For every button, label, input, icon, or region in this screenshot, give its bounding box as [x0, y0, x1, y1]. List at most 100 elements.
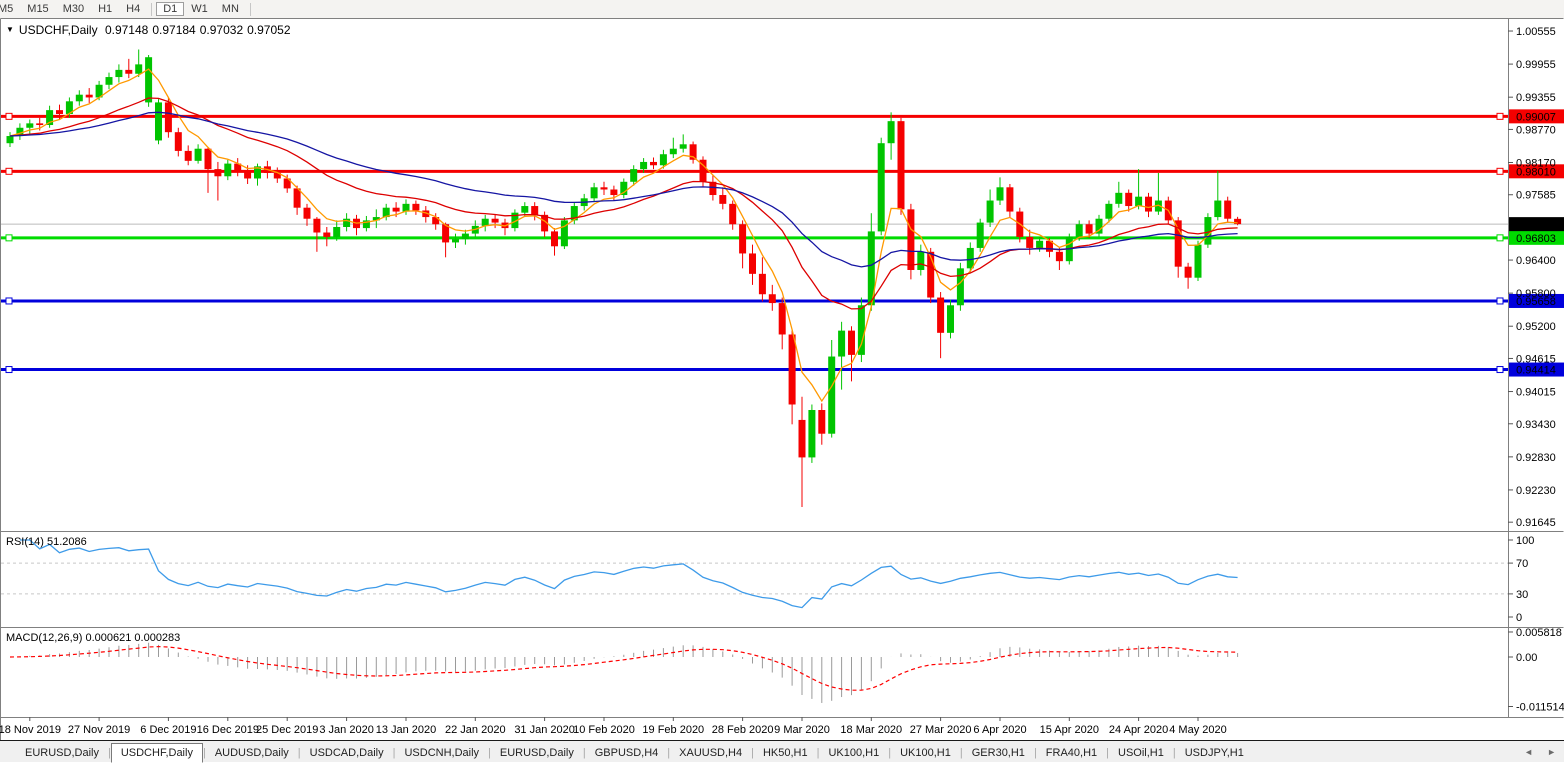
price-axis-tick: 0.96400 — [1516, 255, 1556, 267]
timeframe-button-w1[interactable]: W1 — [184, 2, 215, 16]
date-axis-label: 22 Jan 2020 — [445, 724, 506, 736]
candle — [838, 331, 845, 357]
timeframe-button-m5[interactable]: M5 — [0, 2, 20, 16]
candle — [987, 201, 994, 223]
candle — [412, 204, 419, 211]
candle — [185, 151, 192, 161]
candle — [244, 172, 251, 179]
tab-uk100-h1[interactable]: UK100,H1 — [819, 744, 888, 762]
candle — [779, 303, 786, 334]
price-axis-tick: 0.95200 — [1516, 321, 1556, 333]
chart-canvas[interactable]: 0.990070.980100.968030.956580.944140.970… — [0, 18, 1564, 740]
date-axis-label: 10 Feb 2020 — [573, 724, 635, 736]
candle — [640, 162, 647, 169]
candle — [680, 144, 687, 148]
hline-handle[interactable] — [1497, 367, 1503, 373]
candle — [106, 77, 113, 85]
symbol-dropdown-icon[interactable]: ▼ — [6, 25, 14, 34]
candle — [630, 169, 637, 182]
indicator-axis-tick: 0.00 — [1516, 652, 1537, 664]
tab-eurusd-daily[interactable]: EURUSD,Daily — [16, 744, 108, 762]
price-badge-label: 0.99007 — [1516, 111, 1556, 123]
tab-usdjpy-h1[interactable]: USDJPY,H1 — [1176, 744, 1253, 762]
tab-usdcnh-daily[interactable]: USDCNH,Daily — [395, 744, 488, 762]
tabs-scroll-left-icon[interactable]: ◄ — [1524, 747, 1533, 757]
rsi-indicator-label: RSI(14) 51.2086 — [6, 536, 87, 548]
candle — [878, 143, 885, 231]
tab-hk50-h1[interactable]: HK50,H1 — [754, 744, 817, 762]
timeframe-button-m30[interactable]: M30 — [56, 2, 91, 16]
tab-eurusd-daily[interactable]: EURUSD,Daily — [491, 744, 583, 762]
indicator-axis-tick: 0.005818 — [1516, 627, 1562, 639]
price-axis-tick: 0.92230 — [1516, 485, 1556, 497]
timeframe-toolbar: M5M15M30H1H4 D1W1MN — [0, 0, 1564, 18]
tab-usdcad-daily[interactable]: USDCAD,Daily — [301, 744, 393, 762]
indicator-axis-tick: 30 — [1516, 589, 1528, 601]
timeframe-button-d1[interactable]: D1 — [156, 2, 184, 16]
candle — [957, 268, 964, 305]
candle — [1185, 267, 1192, 278]
timeframe-button-h1[interactable]: H1 — [91, 2, 119, 16]
candle — [304, 208, 311, 219]
candle — [898, 121, 905, 209]
candle — [1195, 245, 1202, 278]
tab-uk100-h1[interactable]: UK100,H1 — [891, 744, 960, 762]
chart-title: ▼USDCHF,Daily 0.971480.971840.970320.970… — [6, 23, 295, 37]
hline-handle[interactable] — [1497, 235, 1503, 241]
chart-area[interactable]: 0.990070.980100.968030.956580.944140.970… — [0, 18, 1564, 740]
hline-handle[interactable] — [6, 113, 12, 119]
toolbar-divider — [151, 3, 152, 16]
tab-xauusd-h4[interactable]: XAUUSD,H4 — [670, 744, 751, 762]
candle — [205, 149, 212, 169]
tab-usdchf-daily[interactable]: USDCHF,Daily — [111, 743, 203, 763]
tab-fra40-h1[interactable]: FRA40,H1 — [1037, 744, 1106, 762]
date-axis-label: 18 Nov 2019 — [0, 724, 61, 736]
candle — [403, 204, 410, 212]
candle — [1036, 241, 1043, 248]
tab-gbpusd-h4[interactable]: GBPUSD,H4 — [586, 744, 668, 762]
candle — [749, 253, 756, 273]
timeframe-button-m15[interactable]: M15 — [20, 2, 55, 16]
candle — [86, 95, 93, 98]
timeframe-button-h4[interactable]: H4 — [119, 2, 147, 16]
price-axis-tick: 0.98170 — [1516, 157, 1556, 169]
price-axis-tick: 1.00555 — [1516, 26, 1556, 38]
candle — [115, 70, 122, 77]
price-axis-tick: 0.98770 — [1516, 124, 1556, 136]
candle — [155, 102, 162, 140]
indicator-axis-tick: 0 — [1516, 612, 1522, 624]
candle — [818, 410, 825, 434]
candle — [967, 248, 974, 268]
timeframe-button-mn[interactable]: MN — [215, 2, 246, 16]
candle — [165, 102, 172, 132]
candle — [591, 187, 598, 198]
hline-handle[interactable] — [1497, 298, 1503, 304]
hline-handle[interactable] — [6, 168, 12, 174]
candle — [719, 195, 726, 204]
candle — [1135, 197, 1142, 206]
hline-handle[interactable] — [6, 298, 12, 304]
candle — [452, 239, 459, 242]
hline-handle[interactable] — [6, 367, 12, 373]
candle — [670, 149, 677, 155]
hline-handle[interactable] — [1497, 113, 1503, 119]
candle — [313, 219, 320, 233]
candle — [7, 136, 14, 143]
candle — [294, 188, 301, 207]
hline-handle[interactable] — [1497, 168, 1503, 174]
candle — [917, 252, 924, 270]
candle — [848, 331, 855, 355]
tab-audusd-daily[interactable]: AUDUSD,Daily — [206, 744, 298, 762]
date-axis-label: 6 Apr 2020 — [973, 724, 1026, 736]
candle — [1204, 217, 1211, 245]
tab-usoil-h1[interactable]: USOil,H1 — [1109, 744, 1173, 762]
chart-tabs-bar: EURUSD,Daily|USDCHF,Daily|AUDUSD,Daily|U… — [0, 740, 1564, 762]
hline-handle[interactable] — [6, 235, 12, 241]
tab-ger30-h1[interactable]: GER30,H1 — [963, 744, 1034, 762]
candle — [521, 206, 528, 213]
candle — [610, 190, 617, 196]
candle — [907, 209, 914, 270]
date-axis-label: 19 Feb 2020 — [642, 724, 704, 736]
tabs-scroll-right-icon[interactable]: ► — [1547, 747, 1556, 757]
candle — [195, 149, 202, 161]
